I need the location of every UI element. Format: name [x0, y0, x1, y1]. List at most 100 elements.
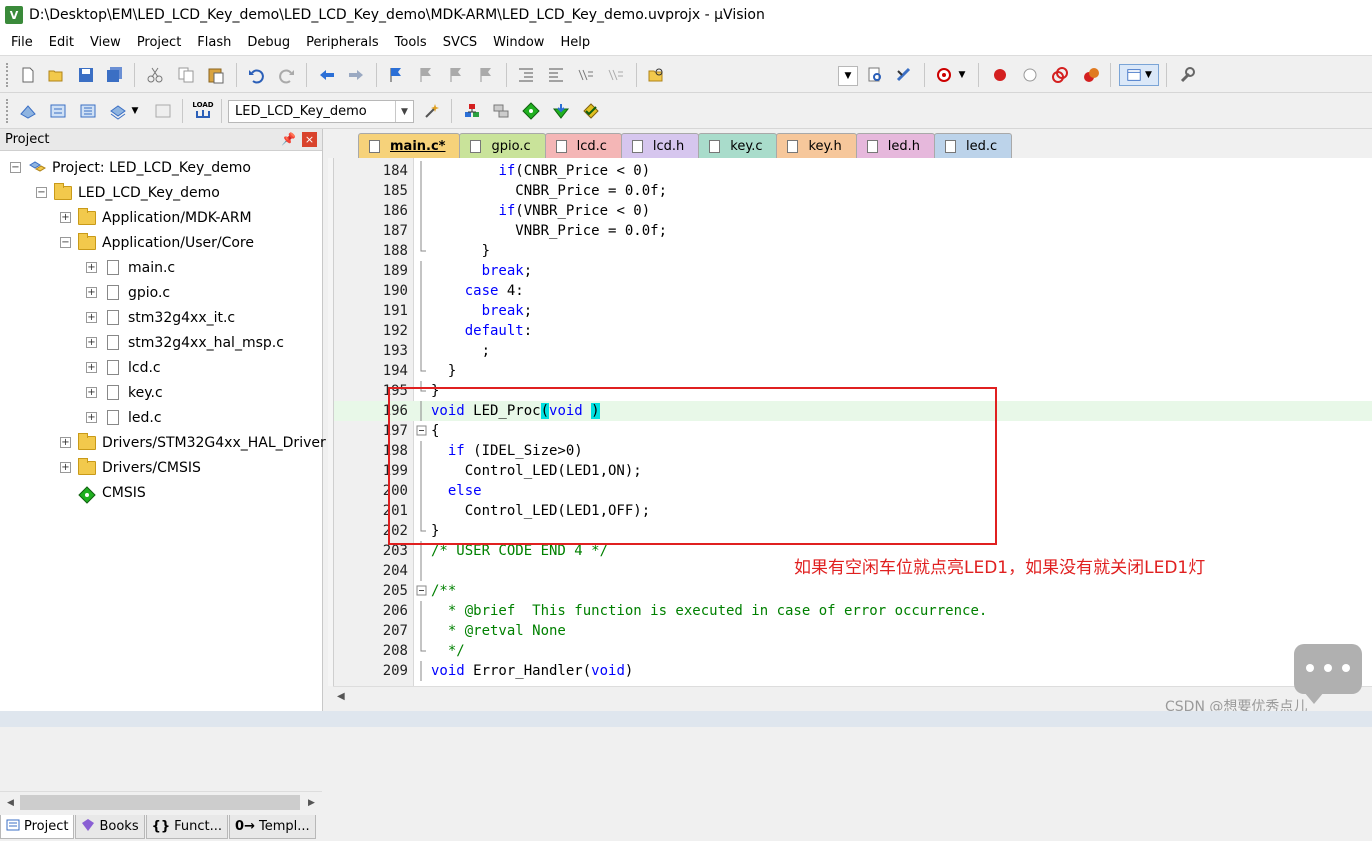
menu-file[interactable]: File [3, 30, 41, 56]
unindent-icon[interactable] [545, 64, 567, 86]
editor-tab-gpio-c[interactable]: gpio.c [459, 133, 546, 158]
manage-components-icon[interactable] [490, 100, 512, 122]
editor-tab-led-c[interactable]: led.c [934, 133, 1013, 158]
menu-svcs[interactable]: SVCS [435, 30, 485, 56]
tree-item[interactable]: + Drivers/STM32G4xx_HAL_Driver [60, 430, 326, 455]
tree-item[interactable]: − LED_LCD_Key_demo [36, 180, 220, 205]
editor-tab-main-c-[interactable]: main.c* [358, 133, 461, 158]
scroll-right-icon[interactable]: ▶ [304, 795, 319, 810]
select-software-packs-icon[interactable] [580, 100, 602, 122]
code-line[interactable]: 191 break; [334, 301, 1372, 321]
redo-icon[interactable] [276, 64, 298, 86]
expand-icon[interactable]: + [86, 262, 97, 273]
run-time-environment-icon[interactable] [520, 100, 542, 122]
code-line[interactable]: 192 default: [334, 321, 1372, 341]
uncomment-icon[interactable] [605, 64, 627, 86]
code-line[interactable]: 186 if(VNBR_Price < 0) [334, 201, 1372, 221]
panel-tab-functions[interactable]: {} Funct... [145, 815, 229, 839]
tree-item[interactable]: + stm32g4xx_it.c [86, 305, 235, 330]
enable-breakpoint-icon[interactable] [1019, 64, 1041, 86]
comment-icon[interactable] [575, 64, 597, 86]
tree-item[interactable]: + Application/MDK-ARM [60, 205, 252, 230]
code-line[interactable]: 208 */ [334, 641, 1372, 661]
collapse-icon[interactable]: − [10, 162, 21, 173]
toolbar-grip[interactable] [6, 99, 10, 123]
menu-help[interactable]: Help [552, 30, 598, 56]
tree-item[interactable]: CMSIS [60, 480, 146, 505]
tree-item[interactable]: + lcd.c [86, 355, 161, 380]
configure-wrench-icon[interactable] [1176, 64, 1198, 86]
batch-build-dropdown-icon[interactable]: ▼ [129, 100, 141, 122]
kill-all-breakpoints-icon[interactable] [1080, 64, 1102, 86]
cut-icon[interactable] [144, 64, 166, 86]
new-file-icon[interactable] [17, 64, 39, 86]
tree-item[interactable]: + led.c [86, 405, 162, 430]
scrollbar-thumb[interactable] [20, 795, 300, 810]
debug-start-icon[interactable] [934, 64, 956, 86]
expand-icon[interactable]: + [60, 462, 71, 473]
window-layout-icon[interactable]: ▼ [1119, 64, 1159, 86]
editor-tab-lcd-h[interactable]: lcd.h [620, 133, 700, 158]
incremental-find-icon[interactable] [893, 64, 915, 86]
tree-item[interactable]: + key.c [86, 380, 163, 405]
code-line[interactable]: 190 case 4: [334, 281, 1372, 301]
expand-icon[interactable]: + [86, 312, 97, 323]
bookmark-prev-icon[interactable] [415, 64, 437, 86]
tree-item[interactable]: + main.c [86, 255, 175, 280]
code-line[interactable]: 193 ; [334, 341, 1372, 361]
collapse-icon[interactable]: − [60, 237, 71, 248]
code-line[interactable]: 184 if(CNBR_Price < 0) [334, 161, 1372, 181]
scroll-left-icon[interactable]: ◀ [337, 691, 345, 702]
menu-flash[interactable]: Flash [189, 30, 239, 56]
bookmark-toggle-icon[interactable] [385, 64, 407, 86]
rebuild-icon[interactable] [77, 100, 99, 122]
disable-all-breakpoints-icon[interactable] [1049, 64, 1071, 86]
bookmark-clear-icon[interactable] [475, 64, 497, 86]
translate-icon[interactable] [17, 100, 39, 122]
build-icon[interactable] [47, 100, 69, 122]
code-line[interactable]: 189 break; [334, 261, 1372, 281]
download-load-icon[interactable]: LOAD [192, 100, 214, 122]
navigate-forward-icon[interactable] [345, 64, 367, 86]
find-icon[interactable] [864, 64, 886, 86]
close-icon[interactable]: × [302, 132, 317, 147]
collapse-icon[interactable] [416, 581, 428, 601]
pack-installer-icon[interactable] [550, 100, 572, 122]
tree-item[interactable]: + Drivers/CMSIS [60, 455, 201, 480]
paste-icon[interactable] [205, 64, 227, 86]
chevron-down-icon[interactable]: ▼ [395, 101, 413, 122]
find-in-files-icon[interactable] [645, 64, 667, 86]
menu-debug[interactable]: Debug [239, 30, 298, 56]
code-line[interactable]: 187 VNBR_Price = 0.0f; [334, 221, 1372, 241]
code-line[interactable]: 194 } [334, 361, 1372, 381]
collapse-icon[interactable]: − [36, 187, 47, 198]
bookmark-next-icon[interactable] [445, 64, 467, 86]
menu-view[interactable]: View [82, 30, 129, 56]
menu-edit[interactable]: Edit [41, 30, 82, 56]
file-extensions-icon[interactable] [461, 100, 483, 122]
save-icon[interactable] [75, 64, 97, 86]
expand-icon[interactable]: + [60, 212, 71, 223]
open-folder-icon[interactable] [45, 64, 67, 86]
undo-icon[interactable] [245, 64, 267, 86]
menu-peripherals[interactable]: Peripherals [298, 30, 387, 56]
expand-icon[interactable]: + [60, 437, 71, 448]
target-options-wand-icon[interactable] [421, 100, 443, 122]
code-line[interactable]: 206 * @brief This function is executed i… [334, 601, 1372, 621]
tree-item[interactable]: − Project: LED_LCD_Key_demo [10, 155, 251, 180]
expand-icon[interactable]: + [86, 287, 97, 298]
expand-icon[interactable]: + [86, 362, 97, 373]
horizontal-scrollbar[interactable]: ◀ ▶ [0, 791, 322, 813]
panel-tab-project[interactable]: Project [0, 815, 75, 839]
copy-icon[interactable] [175, 64, 197, 86]
debug-dropdown-icon[interactable]: ▼ [956, 64, 968, 86]
expand-icon[interactable]: + [86, 387, 97, 398]
menu-tools[interactable]: Tools [387, 30, 435, 56]
batch-build-icon[interactable] [107, 100, 129, 122]
code-line[interactable]: 209 void Error_Handler(void) [334, 661, 1372, 681]
chat-bubble-icon[interactable] [1294, 644, 1362, 704]
expand-icon[interactable]: + [86, 337, 97, 348]
code-line[interactable]: 205 /** [334, 581, 1372, 601]
tree-item[interactable]: + stm32g4xx_hal_msp.c [86, 330, 284, 355]
tree-item[interactable]: + gpio.c [86, 280, 170, 305]
